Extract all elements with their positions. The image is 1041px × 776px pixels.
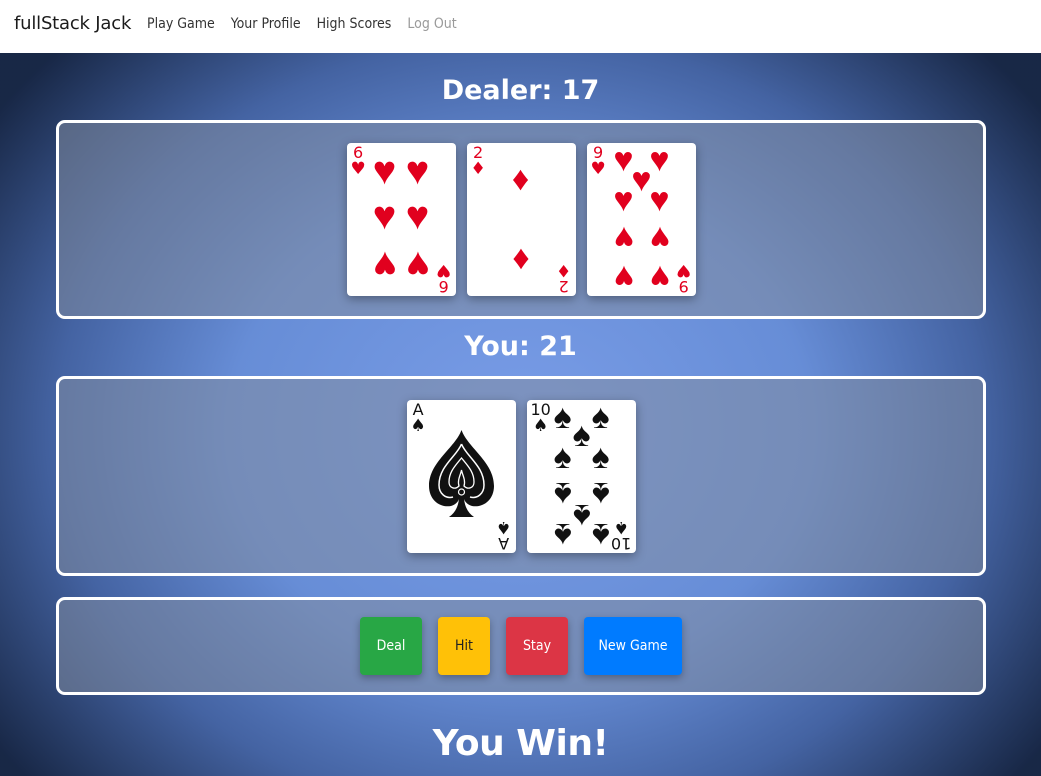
dealer-hand: 6 ♥ ♥ ♥ ♥ ♥ ♥ ♥ 6 ♥ 2 ♦ ♦ ♦ 2 ♦ 9 ♥ ♥ ♥ … (56, 120, 986, 319)
card-corner: 9 ♥ (676, 260, 692, 296)
heart-icon: ♥ (372, 194, 397, 238)
brand-logo[interactable]: fullStack Jack (14, 13, 131, 34)
dealer-card-6-hearts: 6 ♥ ♥ ♥ ♥ ♥ ♥ ♥ 6 ♥ (346, 143, 456, 296)
heart-icon: ♥ (613, 181, 634, 219)
spade-icon: ♠ (591, 399, 610, 436)
player-hand: A ♠ A ♠ 10 ♠ ♠ ♠ ♠ ♠ ♠ ♠ ♠ ♠ ♠ ♠ 10 ♠ (56, 376, 986, 576)
spade-icon: ♠ (553, 474, 572, 513)
game-table: Dealer: 17 6 ♥ ♥ ♥ ♥ ♥ ♥ ♥ 6 ♥ 2 ♦ ♦ ♦ 2… (0, 53, 1041, 776)
hit-button[interactable]: Hit (438, 617, 490, 675)
dealer-card-2-diamonds: 2 ♦ ♦ ♦ 2 ♦ (466, 143, 576, 296)
heart-icon: ♥ (405, 194, 430, 238)
diamond-icon: ♦ (511, 241, 530, 279)
navbar: fullStack Jack Play Game Your Profile Hi… (0, 0, 1041, 53)
card-corner: 10 ♠ (531, 401, 551, 436)
heart-icon: ♥ (405, 243, 430, 287)
heart-icon: ♥ (436, 260, 452, 280)
card-corner: A ♠ (496, 516, 512, 553)
heart-icon: ♥ (372, 243, 397, 287)
spade-icon: ♠ (496, 516, 512, 537)
heart-icon: ♥ (649, 258, 670, 296)
diamond-icon: ♦ (511, 160, 530, 198)
spade-icon: ♠ (591, 474, 610, 513)
diamond-icon: ♦ (556, 260, 572, 280)
nav-link-high-scores[interactable]: High Scores (317, 16, 392, 32)
diamond-icon: ♦ (470, 159, 486, 179)
card-corner: 2 ♦ (556, 260, 572, 296)
spade-icon: ♠ (553, 399, 572, 436)
nav-link-your-profile[interactable]: Your Profile (231, 16, 301, 32)
new-game-button[interactable]: New Game (584, 617, 682, 675)
heart-icon: ♥ (676, 260, 692, 280)
card-corner: 6 ♥ (351, 145, 366, 178)
spade-icon: ♠ (572, 415, 591, 454)
player-card-10-spades: 10 ♠ ♠ ♠ ♠ ♠ ♠ ♠ ♠ ♠ ♠ ♠ 10 ♠ (526, 399, 636, 553)
spade-icon: ♠ (591, 515, 610, 553)
heart-icon: ♥ (649, 181, 670, 219)
card-corner: 6 ♥ (436, 260, 452, 296)
stay-button[interactable]: Stay (506, 617, 568, 675)
heart-icon: ♥ (649, 219, 670, 257)
spade-icon: ♠ (591, 437, 610, 476)
player-score: You: 21 (464, 331, 577, 362)
card-corner: 2 ♦ (471, 145, 486, 178)
heart-icon: ♥ (372, 149, 397, 193)
heart-icon: ♥ (590, 159, 606, 179)
card-corner: 9 ♥ (591, 145, 606, 178)
spade-icon: ♠ (533, 415, 549, 436)
dealer-score: Dealer: 17 (441, 75, 600, 106)
heart-icon: ♥ (649, 143, 670, 179)
card-corner: 10 ♠ (611, 516, 631, 553)
spade-icon: ♠ (553, 515, 572, 553)
spade-icon: ♠ (613, 516, 629, 537)
nav-link-play-game[interactable]: Play Game (147, 16, 215, 32)
deal-button[interactable]: Deal (360, 617, 422, 675)
heart-icon: ♥ (350, 159, 366, 179)
game-controls: Deal Hit Stay New Game (56, 597, 986, 695)
heart-icon: ♥ (613, 219, 634, 257)
game-result: You Win! (432, 723, 609, 764)
nav-link-log-out[interactable]: Log Out (407, 16, 456, 32)
nav-links: Play Game Your Profile High Scores Log O… (147, 16, 457, 32)
spade-icon: ♠ (572, 496, 591, 535)
player-card-ace-spades: A ♠ A ♠ (406, 399, 516, 553)
heart-icon: ♥ (405, 149, 430, 193)
spade-icon: ♠ (553, 437, 572, 476)
heart-icon: ♥ (613, 258, 634, 296)
dealer-card-9-hearts: 9 ♥ ♥ ♥ ♥ ♥ ♥ ♥ ♥ ♥ ♥ 9 ♥ (586, 143, 696, 296)
